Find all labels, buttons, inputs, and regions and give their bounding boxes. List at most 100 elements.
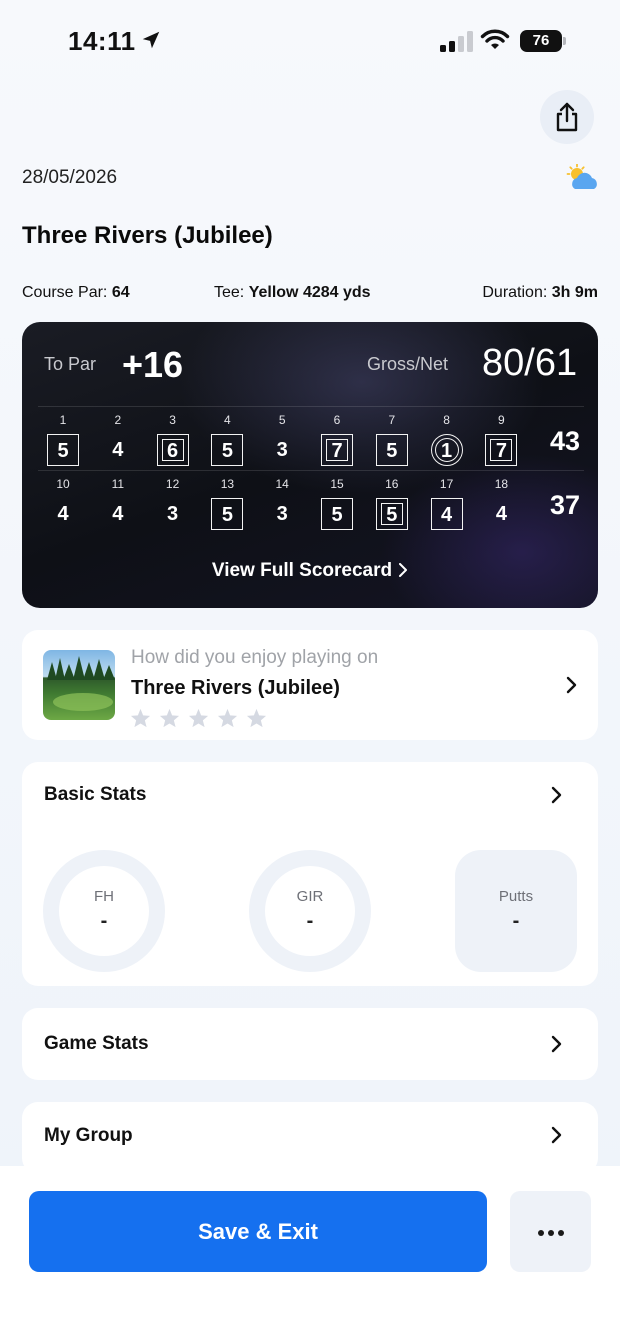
chevron-right-icon xyxy=(551,786,562,804)
save-exit-button[interactable]: Save & Exit xyxy=(29,1191,487,1272)
hole-cell: 81 xyxy=(420,410,474,470)
hole-cell: 10 4 xyxy=(36,474,90,534)
front-nine-total: 43 xyxy=(549,426,581,456)
my-group-title: My Group xyxy=(44,1125,133,1146)
view-full-scorecard-link[interactable]: View Full Scorecard xyxy=(22,560,598,582)
hole-cell: 12 3 xyxy=(146,474,200,534)
hole-cell: 15 5 xyxy=(310,474,364,534)
hole-number: 8 xyxy=(443,413,450,427)
star-icon[interactable] xyxy=(217,708,238,728)
star-icon[interactable] xyxy=(159,708,180,728)
hole-number: 4 xyxy=(224,413,231,427)
chevron-right-icon xyxy=(551,1126,562,1144)
hole-score: 1 xyxy=(430,434,463,466)
bottom-action-bar: Save & Exit xyxy=(0,1166,620,1343)
hole-number: 18 xyxy=(494,477,509,491)
hole-score: 5 xyxy=(211,498,244,530)
status-bar: 14:11 76 xyxy=(0,0,620,84)
star-icon[interactable] xyxy=(130,708,151,728)
hole-number: 13 xyxy=(220,477,235,491)
battery-icon: 76 xyxy=(520,30,566,52)
hole-score: 6 xyxy=(156,434,189,466)
to-par-label: To Par xyxy=(44,354,97,374)
hole-cell: 45 xyxy=(200,410,254,470)
hole-number: 2 xyxy=(114,413,122,427)
course-rating-card[interactable]: How did you enjoy playing on Three River… xyxy=(22,630,598,740)
hole-score: 3 xyxy=(276,439,288,461)
hole-score: 5 xyxy=(47,434,79,466)
hole-cell: 67 xyxy=(310,410,364,470)
hole-cell: 14 3 xyxy=(255,474,309,534)
greens-in-regulation-stat: GIR - xyxy=(249,850,371,972)
basic-stats-title: Basic Stats xyxy=(44,784,147,805)
location-arrow-icon xyxy=(142,31,160,49)
wifi-icon xyxy=(480,29,510,49)
cellular-signal-icon xyxy=(440,30,474,52)
front-nine-row: 152436455367758197 xyxy=(36,410,536,470)
view-full-scorecard-label: View Full Scorecard xyxy=(211,560,393,581)
hole-score: 3 xyxy=(276,503,288,525)
hole-number: 16 xyxy=(385,477,399,491)
hole-score: 5 xyxy=(375,498,408,530)
hole-cell: 11 4 xyxy=(91,474,145,534)
hole-number: 5 xyxy=(278,413,286,427)
my-group-card[interactable]: My Group xyxy=(22,1102,598,1174)
gross-net-label: Gross/Net xyxy=(367,354,449,374)
rating-question: How did you enjoy playing on xyxy=(131,647,379,668)
hole-number: 15 xyxy=(330,477,344,491)
hole-cell: 75 xyxy=(365,410,419,470)
hole-score: 4 xyxy=(495,503,507,525)
partly-cloudy-icon xyxy=(566,164,597,189)
hole-number: 9 xyxy=(498,413,505,427)
hole-number: 11 xyxy=(111,477,125,491)
hole-score: 5 xyxy=(211,434,244,466)
hole-score: 7 xyxy=(485,434,518,466)
hole-score: 4 xyxy=(57,503,69,525)
hole-number: 6 xyxy=(333,413,341,427)
hole-score: 3 xyxy=(167,503,179,525)
basic-stats-card[interactable]: Basic Stats FH - GIR - Putts - xyxy=(22,762,598,986)
hole-cell: 36 xyxy=(146,410,200,470)
hole-score: 4 xyxy=(112,503,124,525)
share-icon xyxy=(556,102,578,132)
course-par: Course Par: 64 xyxy=(22,284,130,301)
more-options-button[interactable] xyxy=(510,1191,591,1272)
hole-cell: 13 5 xyxy=(200,474,254,534)
to-par-value: +16 xyxy=(122,344,184,385)
fairways-hit-stat: FH - xyxy=(43,850,165,972)
round-duration: Duration: 3h 9m xyxy=(482,284,598,301)
tee-info: Tee: Yellow 4284 yds xyxy=(214,284,371,301)
more-icon xyxy=(536,1223,566,1241)
hole-score: 4 xyxy=(112,439,124,461)
star-icon[interactable] xyxy=(188,708,209,728)
star-rating[interactable] xyxy=(130,708,275,728)
clock: 14:11 xyxy=(68,26,136,56)
hole-cell: 97 xyxy=(474,410,528,470)
share-button[interactable] xyxy=(540,90,594,144)
star-icon[interactable] xyxy=(246,708,267,728)
hole-cell: 53 xyxy=(255,410,309,470)
hole-number: 14 xyxy=(275,477,289,491)
hole-cell: 15 xyxy=(36,410,90,470)
gross-net-value: 80/61 xyxy=(482,342,578,384)
rating-course-name: Three Rivers (Jubilee) xyxy=(131,677,340,699)
course-meta: Course Par: 64 Tee: Yellow 4284 yds Dura… xyxy=(22,284,598,306)
hole-cell: 16 5 xyxy=(365,474,419,534)
back-nine-total: 37 xyxy=(549,490,581,520)
game-stats-title: Game Stats xyxy=(44,1033,149,1054)
hole-score: 5 xyxy=(375,434,408,466)
chevron-right-icon xyxy=(566,676,577,694)
back-nine-row: 10 4 11 4 12 3 13 5 14 3 15 5 16 5 17 4 18 4 xyxy=(36,474,536,534)
hole-cell: 18 4 xyxy=(474,474,528,534)
chevron-right-icon xyxy=(551,1035,562,1053)
course-thumbnail xyxy=(43,650,115,720)
hole-cell: 17 4 xyxy=(420,474,474,534)
hole-number: 12 xyxy=(165,477,180,491)
course-title: Three Rivers (Jubilee) xyxy=(22,222,273,249)
hole-number: 3 xyxy=(169,413,176,427)
round-date: 28/05/2026 xyxy=(22,167,118,188)
hole-cell: 24 xyxy=(91,410,145,470)
score-summary-card[interactable]: To Par +16 Gross/Net 80/61 1524364553677… xyxy=(22,322,598,608)
battery-level: 76 xyxy=(520,30,562,52)
game-stats-card[interactable]: Game Stats xyxy=(22,1008,598,1080)
